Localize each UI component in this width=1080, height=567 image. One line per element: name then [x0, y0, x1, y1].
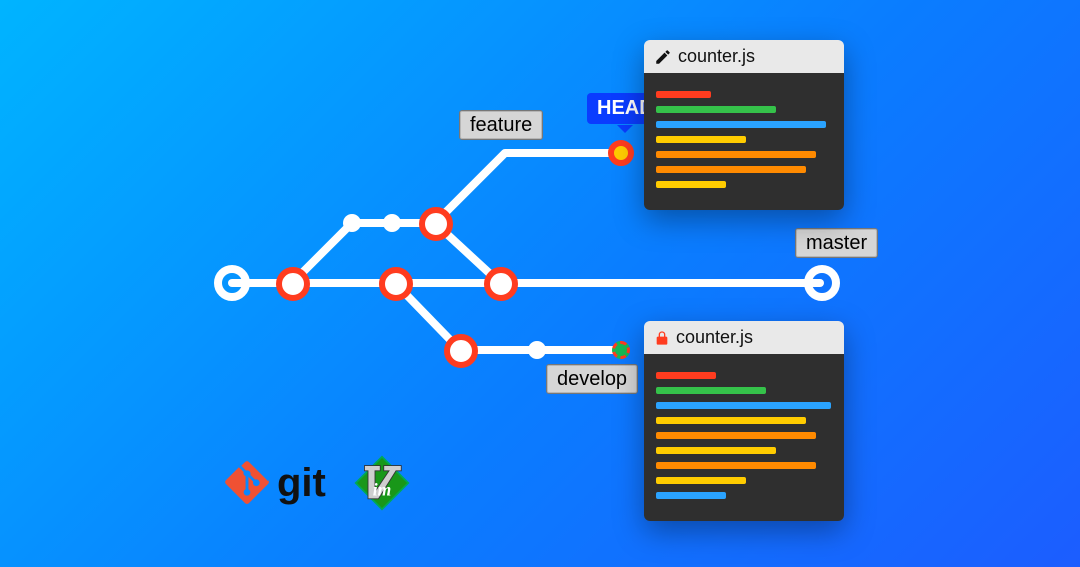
code-line — [656, 181, 726, 188]
code-line — [656, 447, 776, 454]
logo-row: git im — [225, 455, 410, 511]
commit-orange-1 — [276, 267, 310, 301]
code-line — [656, 492, 726, 499]
branch-graph — [0, 0, 1080, 567]
commit-orange-3 — [379, 267, 413, 301]
commit-orange-2 — [419, 207, 453, 241]
code-line — [656, 151, 816, 158]
edit-icon — [654, 48, 672, 66]
editor-window-develop: counter.js — [644, 321, 844, 521]
commit-orange-4 — [484, 267, 518, 301]
code-line — [656, 372, 716, 379]
code-line — [656, 136, 746, 143]
editor-filename: counter.js — [678, 46, 755, 67]
lock-icon — [654, 329, 670, 347]
code-line — [656, 402, 831, 409]
commit-master — [804, 265, 840, 301]
commit-head — [608, 140, 634, 166]
editor-window-feature: counter.js — [644, 40, 844, 210]
commit-develop — [612, 341, 630, 359]
branch-label-develop: develop — [546, 364, 638, 394]
code-line — [656, 432, 816, 439]
code-line — [656, 462, 816, 469]
vim-logo: im — [354, 455, 410, 511]
branch-label-feature: feature — [459, 110, 543, 140]
editor-body — [644, 73, 844, 210]
branch-label-master: master — [795, 228, 878, 258]
code-line — [656, 166, 806, 173]
commit-orange-5 — [444, 334, 478, 368]
code-line — [656, 477, 746, 484]
commit-white-2 — [383, 214, 401, 232]
code-line — [656, 387, 766, 394]
commit-white-1 — [343, 214, 361, 232]
commit-white-3 — [528, 341, 546, 359]
editor-filename: counter.js — [676, 327, 753, 348]
code-line — [656, 91, 711, 98]
code-line — [656, 121, 826, 128]
code-line — [656, 417, 806, 424]
git-logo: git — [225, 461, 326, 506]
code-line — [656, 106, 776, 113]
svg-text:im: im — [373, 479, 391, 499]
git-wordmark: git — [277, 461, 326, 506]
commit-root — [214, 265, 250, 301]
editor-body — [644, 354, 844, 521]
